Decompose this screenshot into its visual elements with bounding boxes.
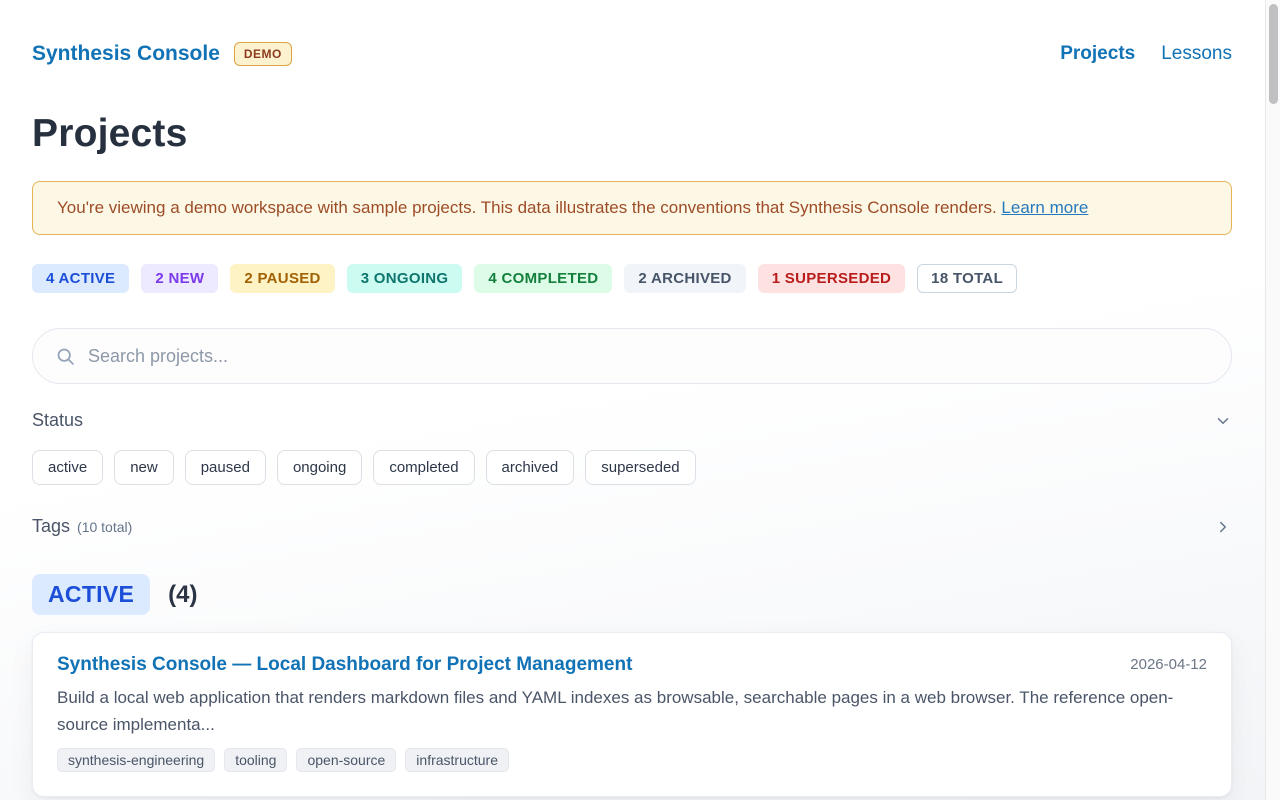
- project-tags: synthesis-engineering tooling open-sourc…: [57, 748, 1207, 772]
- status-filter-chip[interactable]: paused: [185, 450, 266, 485]
- project-card: Synthesis Console — Local Dashboard for …: [32, 632, 1232, 797]
- status-filter-label: Status: [32, 410, 83, 431]
- project-tag-chip[interactable]: infrastructure: [405, 748, 509, 772]
- scrollbar-thumb[interactable]: [1269, 4, 1278, 104]
- project-tag-chip[interactable]: synthesis-engineering: [57, 748, 215, 772]
- scrollbar-track[interactable]: [1265, 0, 1280, 800]
- status-count-badge: 2 NEW: [141, 264, 218, 293]
- tags-filter-labels: Tags (10 total): [32, 516, 132, 537]
- search-input[interactable]: [88, 346, 1209, 367]
- demo-badge: DEMO: [234, 42, 292, 66]
- status-filter-chip[interactable]: active: [32, 450, 103, 485]
- status-count-badge: 2 PAUSED: [230, 264, 334, 293]
- status-count-badge: 2 ARCHIVED: [624, 264, 745, 293]
- active-section-badge: ACTIVE: [32, 574, 150, 615]
- status-count-badge: 4 ACTIVE: [32, 264, 129, 293]
- demo-banner: You're viewing a demo workspace with sam…: [32, 181, 1232, 235]
- status-count-badge: 3 ONGOING: [347, 264, 463, 293]
- app-logo[interactable]: Synthesis Console: [32, 42, 220, 66]
- status-count-badges: 4 ACTIVE 2 NEW 2 PAUSED 3 ONGOING 4 COMP…: [32, 264, 1232, 293]
- status-filter-chip[interactable]: superseded: [585, 450, 695, 485]
- project-description: Build a local web application that rende…: [57, 685, 1207, 739]
- active-section-count: (4): [168, 581, 197, 609]
- status-count-badge: 1 SUPERSEDED: [758, 264, 905, 293]
- status-filter-chip[interactable]: new: [114, 450, 174, 485]
- nav-lessons[interactable]: Lessons: [1161, 43, 1232, 65]
- search-icon: [55, 346, 76, 367]
- brand: Synthesis Console DEMO: [32, 42, 292, 66]
- status-filter-chip[interactable]: ongoing: [277, 450, 362, 485]
- status-filter-chip[interactable]: archived: [486, 450, 575, 485]
- status-count-badge: 4 COMPLETED: [474, 264, 612, 293]
- nav-projects[interactable]: Projects: [1060, 43, 1135, 65]
- status-count-badge: 18 TOTAL: [917, 264, 1017, 293]
- learn-more-link[interactable]: Learn more: [1001, 198, 1088, 217]
- status-filter-header[interactable]: Status: [32, 410, 1232, 431]
- project-date: 2026-04-12: [1130, 654, 1207, 673]
- status-filter-chip[interactable]: completed: [373, 450, 474, 485]
- status-filter-chips: active new paused ongoing completed arch…: [32, 450, 1232, 485]
- app-header: Synthesis Console DEMO Projects Lessons: [32, 0, 1232, 66]
- tags-filter-label: Tags: [32, 516, 70, 536]
- page-container: Synthesis Console DEMO Projects Lessons …: [0, 0, 1264, 797]
- project-tag-chip[interactable]: open-source: [296, 748, 396, 772]
- search-box[interactable]: [32, 328, 1232, 384]
- project-title-link[interactable]: Synthesis Console — Local Dashboard for …: [57, 654, 632, 676]
- active-section-header: ACTIVE (4): [32, 574, 1232, 615]
- main-nav: Projects Lessons: [1060, 43, 1232, 65]
- chevron-right-icon[interactable]: [1214, 518, 1232, 536]
- chevron-down-icon[interactable]: [1214, 412, 1232, 430]
- project-card-top: Synthesis Console — Local Dashboard for …: [57, 654, 1207, 676]
- page-title: Projects: [32, 112, 1232, 156]
- project-tag-chip[interactable]: tooling: [224, 748, 287, 772]
- banner-text: You're viewing a demo workspace with sam…: [57, 198, 1001, 217]
- tags-filter-header[interactable]: Tags (10 total): [32, 516, 1232, 537]
- tags-count-label: (10 total): [77, 519, 132, 535]
